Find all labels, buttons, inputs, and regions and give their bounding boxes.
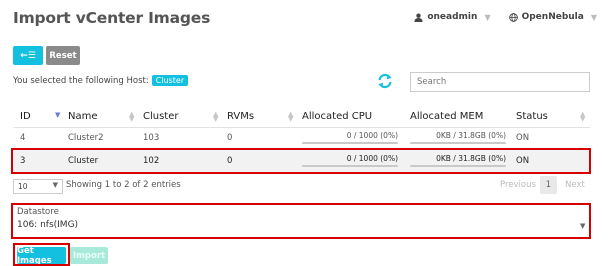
refresh-icon[interactable] bbox=[376, 72, 394, 90]
row-status: ON bbox=[516, 133, 530, 143]
col-status[interactable]: Status bbox=[516, 111, 548, 122]
top-right-menu: oneadmin ▼ OpenNebula ▼ bbox=[414, 12, 597, 22]
sort-icon[interactable]: ▲ ▼ bbox=[580, 111, 585, 123]
user-name: oneadmin bbox=[427, 12, 478, 22]
row-mem: 0KB / 31.8GB (0%) bbox=[436, 131, 506, 140]
page-length-select[interactable]: 10 ▼ bbox=[13, 179, 63, 194]
import-button[interactable]: Import bbox=[70, 247, 108, 264]
mem-progress-bar bbox=[410, 142, 506, 144]
user-menu[interactable]: oneadmin ▼ bbox=[414, 12, 491, 22]
row-cluster: 103 bbox=[143, 133, 160, 143]
col-allocated-mem[interactable]: Allocated MEM bbox=[410, 111, 483, 122]
chevron-down-icon: ▼ bbox=[52, 181, 58, 189]
row-rvms: 0 bbox=[227, 133, 233, 143]
datastore-highlight-box bbox=[11, 203, 591, 239]
back-button[interactable]: ←☰ bbox=[13, 46, 43, 65]
divider bbox=[13, 127, 590, 128]
selected-host-text: You selected the following Host: bbox=[13, 75, 149, 86]
next-page-button[interactable]: Next bbox=[565, 180, 585, 190]
sort-icon[interactable]: ▲ ▼ bbox=[213, 111, 218, 123]
selected-host: You selected the following Host: Cluster bbox=[13, 75, 189, 86]
col-rvms[interactable]: RVMs bbox=[227, 111, 254, 122]
chevron-down-icon: ▼ bbox=[590, 12, 597, 22]
chevron-down-icon[interactable]: ▼ bbox=[580, 222, 585, 230]
zone-name: OpenNebula bbox=[521, 12, 584, 22]
page-length-value: 10 bbox=[18, 182, 28, 191]
row-highlight-box bbox=[11, 148, 591, 174]
chevron-down-icon: ▼ bbox=[484, 12, 491, 22]
reset-button[interactable]: Reset bbox=[46, 46, 80, 65]
sort-icon[interactable]: ▲ ▼ bbox=[288, 111, 293, 123]
col-name[interactable]: Name bbox=[68, 111, 98, 122]
table-info: Showing 1 to 2 of 2 entries bbox=[66, 180, 181, 190]
previous-page-button[interactable]: Previous bbox=[500, 180, 536, 190]
row-id: 4 bbox=[20, 133, 26, 143]
user-icon bbox=[414, 13, 423, 22]
get-images-highlight-box bbox=[13, 243, 70, 266]
search-input[interactable] bbox=[410, 72, 590, 92]
datastore-select[interactable]: 106: nfs(IMG) bbox=[17, 220, 78, 230]
row-cpu: 0 / 1000 (0%) bbox=[346, 131, 398, 140]
sort-desc-icon[interactable]: ▼ bbox=[55, 112, 60, 119]
page-title: Import vCenter Images bbox=[13, 9, 211, 27]
row-name: Cluster2 bbox=[68, 133, 104, 143]
zone-menu[interactable]: OpenNebula ▼ bbox=[508, 12, 597, 22]
host-tag: Cluster bbox=[151, 75, 189, 86]
sort-icon[interactable]: ▲ ▼ bbox=[129, 111, 134, 123]
page-1-button[interactable]: 1 bbox=[540, 176, 557, 194]
col-id[interactable]: ID bbox=[20, 111, 31, 122]
cpu-progress-bar bbox=[302, 142, 398, 144]
col-allocated-cpu[interactable]: Allocated CPU bbox=[302, 111, 372, 122]
col-cluster[interactable]: Cluster bbox=[143, 111, 179, 122]
globe-icon bbox=[508, 12, 518, 22]
datastore-label: Datastore bbox=[17, 207, 59, 217]
